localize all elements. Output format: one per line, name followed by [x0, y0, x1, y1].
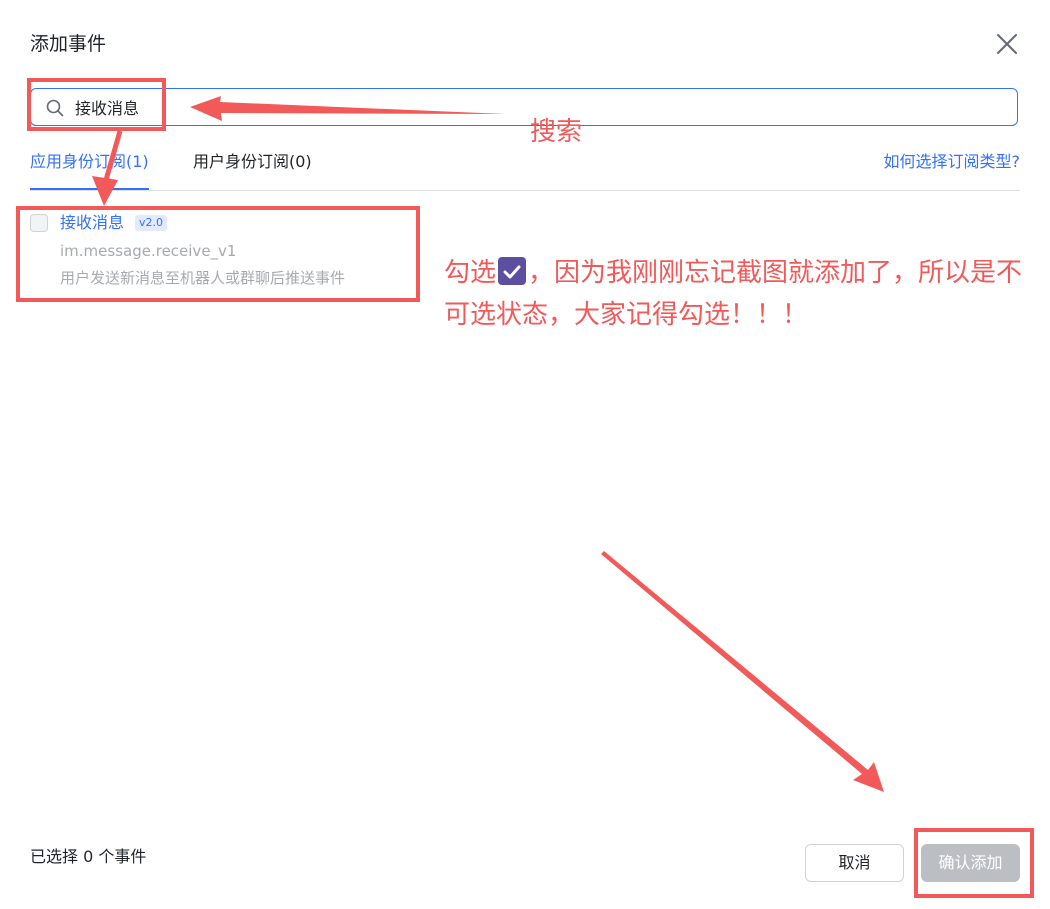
event-description: 用户发送新消息至机器人或群聊后推送事件 — [60, 269, 346, 287]
subscription-tabs: 应用身份订阅(1) 用户身份订阅(0) 如何选择订阅类型? — [30, 140, 1020, 191]
close-icon — [997, 34, 1017, 54]
tab-app-identity[interactable]: 应用身份订阅(1) — [30, 150, 149, 190]
event-name: 接收消息 — [60, 213, 125, 232]
event-checkbox[interactable] — [30, 214, 48, 232]
search-box[interactable] — [30, 88, 1018, 126]
confirm-add-button[interactable]: 确认添加 — [921, 844, 1020, 882]
version-badge: v2.0 — [135, 215, 168, 231]
tab-user-identity[interactable]: 用户身份订阅(0) — [193, 150, 312, 174]
search-icon — [46, 99, 64, 117]
search-input[interactable] — [75, 93, 975, 121]
selected-count: 已选择 0 个事件 — [30, 847, 147, 866]
dialog-title: 添加事件 — [30, 33, 107, 55]
close-button[interactable] — [993, 30, 1021, 58]
event-item: 接收消息 v2.0 im.message.receive_v1 用户发送新消息至… — [30, 210, 410, 294]
help-link[interactable]: 如何选择订阅类型? — [884, 150, 1021, 174]
event-key: im.message.receive_v1 — [60, 242, 237, 260]
add-event-dialog: 添加事件 应用身份订阅(1) 用户身份订阅(0) 如何选择订阅类型? 接收消息 … — [0, 0, 1050, 909]
cancel-button[interactable]: 取消 — [805, 844, 904, 882]
